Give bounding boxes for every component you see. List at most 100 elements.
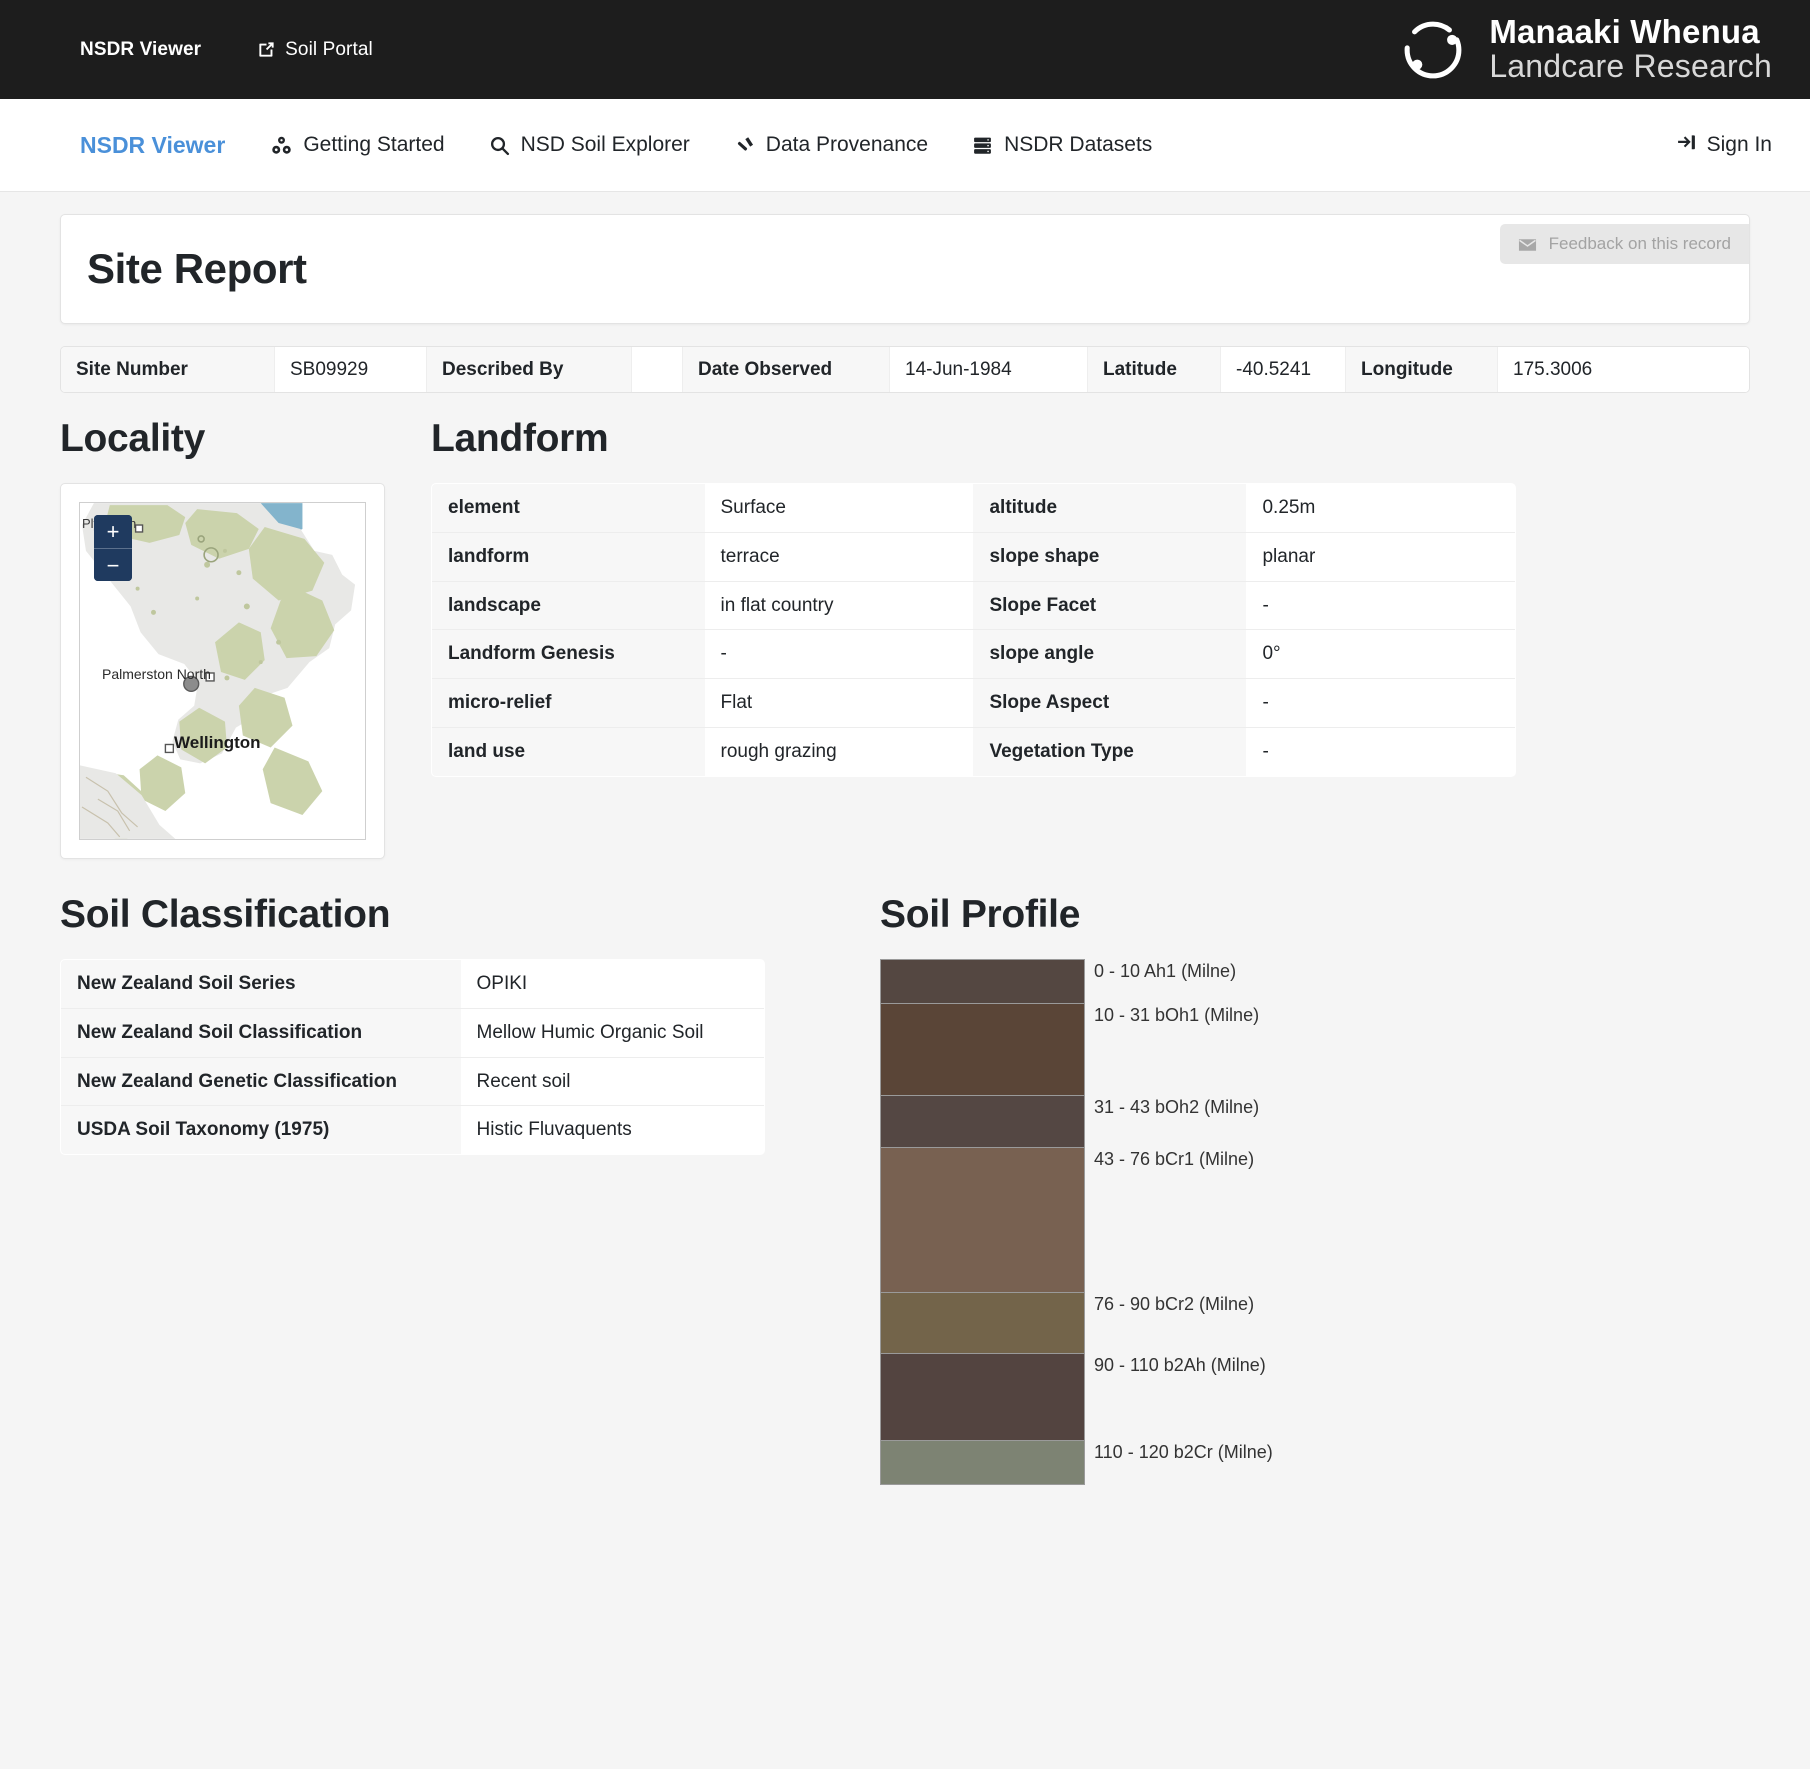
landform-section: Landform element Surface altitude 0.25m … — [431, 393, 1516, 777]
landform-key: altitude — [973, 483, 1247, 533]
soil-horizon-band[interactable] — [881, 1003, 1084, 1096]
soil-horizon-band[interactable] — [881, 1441, 1084, 1485]
feedback-on-this-record-button[interactable]: Feedback on this record — [1499, 224, 1749, 264]
classification-key: USDA Soil Taxonomy (1975) — [61, 1105, 461, 1154]
landform-key: micro-relief — [432, 678, 705, 728]
table-row: land use rough grazing Vegetation Type - — [432, 727, 1515, 776]
nav-item-getting-started[interactable]: Getting Started — [271, 133, 445, 157]
topbar-nsdr-viewer-link[interactable]: NSDR Viewer — [80, 39, 201, 61]
landform-value: planar — [1246, 532, 1515, 582]
cubes-icon — [271, 135, 292, 156]
soil-profile-diagram: 0 - 10 Ah1 (Milne) 10 - 31 bOh1 (Milne) 31… — [880, 959, 1750, 1485]
landform-heading: Landform — [431, 417, 609, 460]
topbar-soil-portal-label: Soil Portal — [285, 38, 373, 60]
landform-key: slope shape — [973, 532, 1247, 582]
top-utility-bar: NSDR Viewer Soil Portal Manaaki Whenua L… — [0, 0, 1810, 99]
locality-section: Locality Palmerston North Wellington + − — [60, 393, 385, 859]
server-icon — [972, 135, 993, 156]
site-number-label: Site Number — [61, 347, 275, 392]
landform-value: in flat country — [704, 581, 974, 631]
envelope-icon — [1518, 237, 1537, 251]
date-observed-value: 14-Jun-1984 — [890, 347, 1088, 392]
soil-horizon-band[interactable] — [881, 1353, 1084, 1442]
longitude-value: 175.3006 — [1498, 347, 1749, 392]
main-navbar: NSDR Viewer Getting Started NSD Soil Exp… — [0, 99, 1810, 192]
landform-value: - — [1246, 581, 1515, 631]
soil-horizon-label: 90 - 110 b2Ah (Milne) — [1094, 1354, 1266, 1375]
landform-key: element — [432, 483, 705, 533]
soil-horizon-label: 43 - 76 bCr1 (Milne) — [1094, 1149, 1255, 1170]
landform-key: landscape — [432, 581, 705, 631]
landform-value: 0° — [1246, 629, 1515, 679]
date-observed-label: Date Observed — [683, 347, 890, 392]
soil-classification-heading: Soil Classification — [60, 893, 391, 936]
nav-item-data-provenance[interactable]: Data Provenance — [734, 133, 928, 157]
classification-value: Recent soil — [460, 1057, 764, 1107]
longitude-label: Longitude — [1346, 347, 1498, 392]
topbar-soil-portal-link[interactable]: Soil Portal — [257, 39, 373, 61]
classification-key: New Zealand Soil Classification — [61, 1008, 461, 1058]
logo-line-2: Landcare Research — [1489, 48, 1772, 85]
landform-key: landform — [432, 532, 705, 582]
soil-horizon-label: 110 - 120 b2Cr (Milne) — [1094, 1442, 1273, 1463]
nav-item-nsdr-datasets[interactable]: NSDR Datasets — [972, 133, 1152, 157]
landform-value: - — [1246, 678, 1515, 728]
site-number-value: SB09929 — [275, 347, 427, 392]
soil-horizon-band[interactable] — [881, 1095, 1084, 1149]
table-row: New Zealand Soil Series OPIKI — [61, 960, 764, 1009]
soil-horizon-label: 76 - 90 bCr2 (Milne) — [1094, 1293, 1255, 1314]
map-label-wellington: Wellington — [174, 733, 261, 752]
locality-map-card: Plymouth Palmerston North Wellington + − — [60, 483, 385, 859]
sign-in-icon — [1676, 132, 1697, 159]
map-label-palmerston-north: Palmerston North — [102, 666, 211, 682]
site-report-header-card: Site Report Feedback on this record — [60, 214, 1750, 324]
gavel-icon — [734, 135, 755, 156]
landform-key: land use — [432, 727, 705, 776]
map-zoom-out-button[interactable]: − — [94, 548, 132, 581]
table-row: New Zealand Soil Classification Mellow H… — [61, 1008, 764, 1058]
landform-key: Vegetation Type — [973, 727, 1247, 776]
feedback-button-label: Feedback on this record — [1548, 234, 1731, 253]
map-zoom-controls: + − — [94, 515, 132, 581]
nav-item-nsd-soil-explorer[interactable]: NSD Soil Explorer — [489, 133, 690, 157]
soil-horizon-label-column: 0 - 10 Ah1 (Milne) 10 - 31 bOh1 (Milne) 31… — [1094, 959, 1750, 1484]
nav-item-nsdr-datasets-label: NSDR Datasets — [1004, 133, 1153, 156]
nav-item-nsd-soil-explorer-label: NSD Soil Explorer — [520, 133, 690, 156]
landform-value: terrace — [704, 532, 974, 582]
nav-brand-nsdr-viewer[interactable]: NSDR Viewer — [80, 132, 225, 159]
page-body: Site Report Feedback on this record Site… — [0, 192, 1810, 1525]
map-zoom-in-button[interactable]: + — [94, 515, 132, 548]
soil-horizon-label: 31 - 43 bOh2 (Milne) — [1094, 1096, 1260, 1117]
landform-table: element Surface altitude 0.25m landform … — [431, 483, 1516, 777]
landcare-circle-icon — [1397, 14, 1469, 86]
classification-key: New Zealand Soil Series — [61, 960, 461, 1009]
described-by-label: Described By — [427, 347, 632, 392]
landform-value: - — [704, 629, 974, 679]
classification-value: Histic Fluvaquents — [460, 1105, 764, 1154]
soil-classification-section: Soil Classification New Zealand Soil Ser… — [60, 869, 820, 1155]
landform-key: Slope Facet — [973, 581, 1247, 631]
landform-key: Landform Genesis — [432, 629, 705, 679]
landform-value: - — [1246, 727, 1515, 776]
classification-value: Mellow Humic Organic Soil — [460, 1008, 764, 1058]
site-info-strip: Site Number SB09929 Described By Date Ob… — [60, 346, 1750, 393]
soil-horizon-column — [880, 959, 1085, 1485]
soil-horizon-band[interactable] — [881, 1292, 1084, 1354]
sign-in-label: Sign In — [1706, 133, 1772, 156]
page-title: Site Report — [87, 245, 307, 292]
landform-value: rough grazing — [704, 727, 974, 776]
landform-key: slope angle — [973, 629, 1247, 679]
table-row: USDA Soil Taxonomy (1975) Histic Fluvaqu… — [61, 1105, 764, 1154]
locality-landform-row: Locality Palmerston North Wellington + −… — [60, 393, 1750, 859]
soil-horizon-band[interactable] — [881, 1148, 1084, 1293]
table-row: element Surface altitude 0.25m — [432, 483, 1515, 533]
soil-horizon-band[interactable] — [881, 960, 1084, 1004]
sign-in-button[interactable]: Sign In — [1676, 132, 1772, 159]
latitude-label: Latitude — [1088, 347, 1221, 392]
soil-horizon-label: 10 - 31 bOh1 (Milne) — [1094, 1004, 1260, 1025]
latitude-value: -40.5241 — [1221, 347, 1346, 392]
search-icon — [489, 135, 510, 156]
nav-item-getting-started-label: Getting Started — [303, 133, 445, 156]
locality-map[interactable]: Plymouth Palmerston North Wellington + − — [79, 502, 366, 840]
classification-value: OPIKI — [460, 960, 764, 1009]
